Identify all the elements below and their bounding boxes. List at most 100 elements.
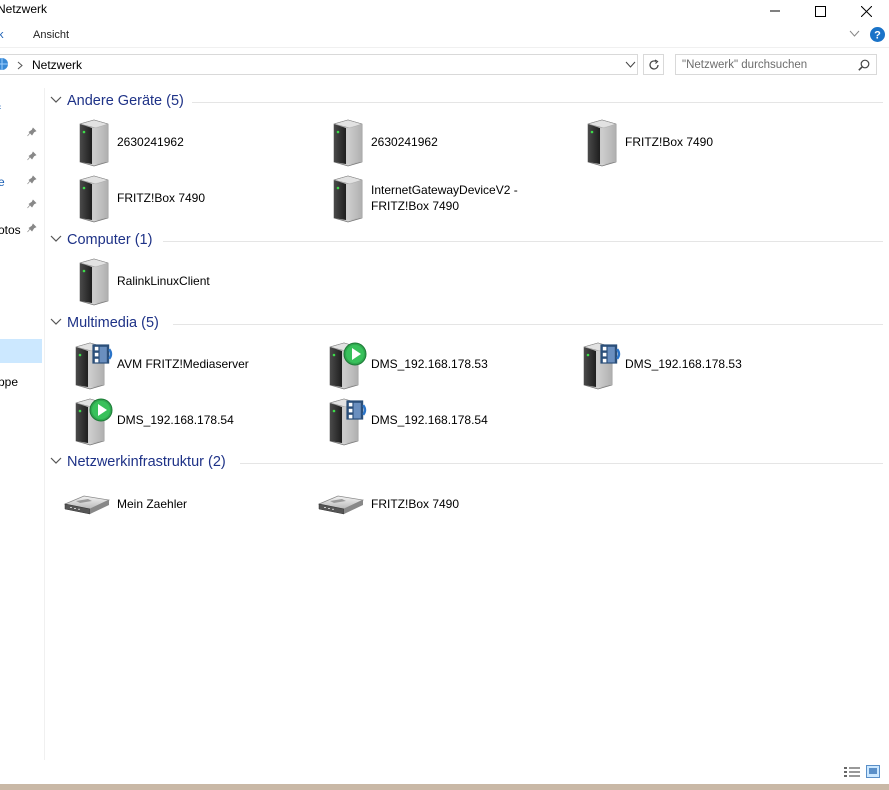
search-icon[interactable]	[858, 59, 870, 71]
group-header-network-infrastructure[interactable]: Netzwerkinfrastruktur (2)	[50, 453, 883, 473]
maximize-icon	[814, 5, 826, 17]
nav-item-label: e	[0, 175, 5, 189]
device-item[interactable]: DMS_192.168.178.53	[574, 341, 824, 391]
device-item[interactable]: FRITZ!Box 7490	[70, 174, 320, 224]
nav-item-homegroup[interactable]: ppe	[0, 372, 44, 394]
window-bottom-border	[0, 784, 889, 790]
status-bar	[0, 760, 889, 784]
tab-view[interactable]: Ansicht	[33, 29, 69, 41]
device-item[interactable]: DMS_192.168.178.54	[66, 397, 316, 447]
pin-icon[interactable]	[27, 223, 37, 233]
device-label: FRITZ!Box 7490	[371, 497, 460, 511]
chevron-down-icon[interactable]	[50, 318, 62, 326]
tab-file[interactable]: k	[0, 29, 4, 41]
device-label: 2630241962	[117, 135, 184, 149]
pin-icon[interactable]	[27, 199, 37, 209]
device-item[interactable]: DMS_192.168.178.53	[320, 341, 570, 391]
chevron-down-icon[interactable]	[50, 235, 62, 243]
refresh-button[interactable]	[643, 54, 664, 75]
close-button[interactable]	[843, 0, 889, 22]
device-item[interactable]: FRITZ!Box 7490	[316, 480, 566, 530]
nav-item-network-selected[interactable]	[0, 339, 42, 363]
pin-icon[interactable]	[27, 151, 37, 161]
media-server-icon	[574, 341, 621, 391]
navigation-pane: f e otos ppe	[0, 88, 44, 760]
ribbon-tabs: k Ansicht ?	[0, 24, 889, 46]
router-icon	[62, 480, 112, 530]
svg-text:?: ?	[874, 30, 881, 42]
device-label: FRITZ!Box 7490	[625, 135, 714, 149]
device-label: FRITZ!Box 7490	[117, 191, 206, 205]
group-title: Computer (1)	[67, 232, 153, 248]
nav-item-documents[interactable]: e	[0, 172, 44, 194]
device-label: DMS_192.168.178.54	[117, 413, 234, 427]
device-item[interactable]: 2630241962	[324, 118, 574, 168]
help-icon[interactable]: ?	[870, 27, 885, 42]
device-label: DMS_192.168.178.54	[371, 413, 488, 427]
address-dropdown-chevron-icon[interactable]	[625, 61, 636, 69]
address-row: Netzwerk	[0, 52, 889, 78]
device-label: 2630241962	[371, 135, 438, 149]
device-item[interactable]: DMS_192.168.178.54	[320, 397, 570, 447]
chevron-down-icon[interactable]	[50, 457, 62, 465]
nav-item-label: f	[0, 103, 1, 118]
nav-item-desktop[interactable]	[0, 124, 44, 146]
breadcrumb-netzwerk[interactable]: Netzwerk	[32, 58, 82, 72]
nav-item-photos[interactable]: otos	[0, 220, 44, 242]
device-label: AVM FRITZ!Mediaserver	[117, 357, 249, 371]
device-label: InternetGatewayDeviceV2 -	[371, 183, 518, 197]
maximize-button[interactable]	[797, 0, 843, 22]
group-header-other-devices[interactable]: Andere Geräte (5)	[50, 92, 883, 112]
nav-item-downloads[interactable]	[0, 148, 44, 170]
navigation-pane-divider	[44, 88, 45, 760]
device-item[interactable]: 2630241962	[70, 118, 320, 168]
server-tower-icon	[324, 118, 374, 168]
nav-item-label: otos	[0, 223, 21, 237]
group-title: Netzwerkinfrastruktur (2)	[67, 454, 226, 470]
device-item[interactable]: AVM FRITZ!Mediaserver	[66, 341, 316, 391]
nav-item-label: ppe	[0, 375, 19, 389]
breadcrumb-separator-icon	[17, 61, 23, 70]
nav-item-pictures[interactable]	[0, 196, 44, 218]
device-label: DMS_192.168.178.53	[371, 357, 488, 371]
group-divider	[240, 463, 883, 464]
pin-icon[interactable]	[27, 175, 37, 185]
media-server-icon	[66, 341, 113, 391]
server-tower-icon	[324, 174, 374, 224]
minimize-button[interactable]	[752, 0, 798, 22]
nav-item-quick-access[interactable]: f	[0, 100, 44, 122]
pin-icon[interactable]	[27, 127, 37, 137]
network-globe-icon	[0, 58, 8, 70]
ribbon-divider	[0, 47, 889, 48]
group-header-computer[interactable]: Computer (1)	[50, 231, 883, 251]
address-bar[interactable]: Netzwerk	[0, 54, 638, 75]
server-tower-icon	[70, 257, 120, 307]
device-item[interactable]: Mein Zaehler	[62, 480, 312, 530]
group-divider	[163, 241, 883, 242]
ribbon-expand-chevron-icon[interactable]	[849, 30, 860, 38]
title-bar: Netzwerk	[0, 0, 889, 22]
server-tower-icon	[578, 118, 628, 168]
media-server-icon	[320, 397, 367, 447]
group-title: Multimedia (5)	[67, 315, 159, 331]
group-header-multimedia[interactable]: Multimedia (5)	[50, 314, 883, 334]
refresh-icon	[648, 58, 659, 70]
chevron-down-icon[interactable]	[50, 96, 62, 104]
close-icon	[860, 5, 872, 17]
device-item[interactable]: InternetGatewayDeviceV2 - FRITZ!Box 7490	[324, 174, 574, 224]
group-divider	[192, 102, 883, 103]
large-icons-view-icon[interactable]	[866, 765, 880, 778]
group-divider	[173, 324, 883, 325]
device-item[interactable]: FRITZ!Box 7490	[578, 118, 828, 168]
minimize-icon	[770, 10, 780, 12]
router-icon	[316, 480, 366, 530]
search-box[interactable]	[675, 54, 877, 75]
device-item[interactable]: RalinkLinuxClient	[70, 257, 320, 307]
search-input[interactable]	[682, 57, 847, 72]
group-title: Andere Geräte (5)	[67, 93, 184, 109]
media-player-icon	[320, 342, 367, 391]
device-label: DMS_192.168.178.53	[625, 357, 742, 371]
details-view-icon[interactable]	[844, 766, 860, 778]
window-title: Netzwerk	[0, 2, 48, 16]
device-label-line2: FRITZ!Box 7490	[371, 199, 460, 213]
